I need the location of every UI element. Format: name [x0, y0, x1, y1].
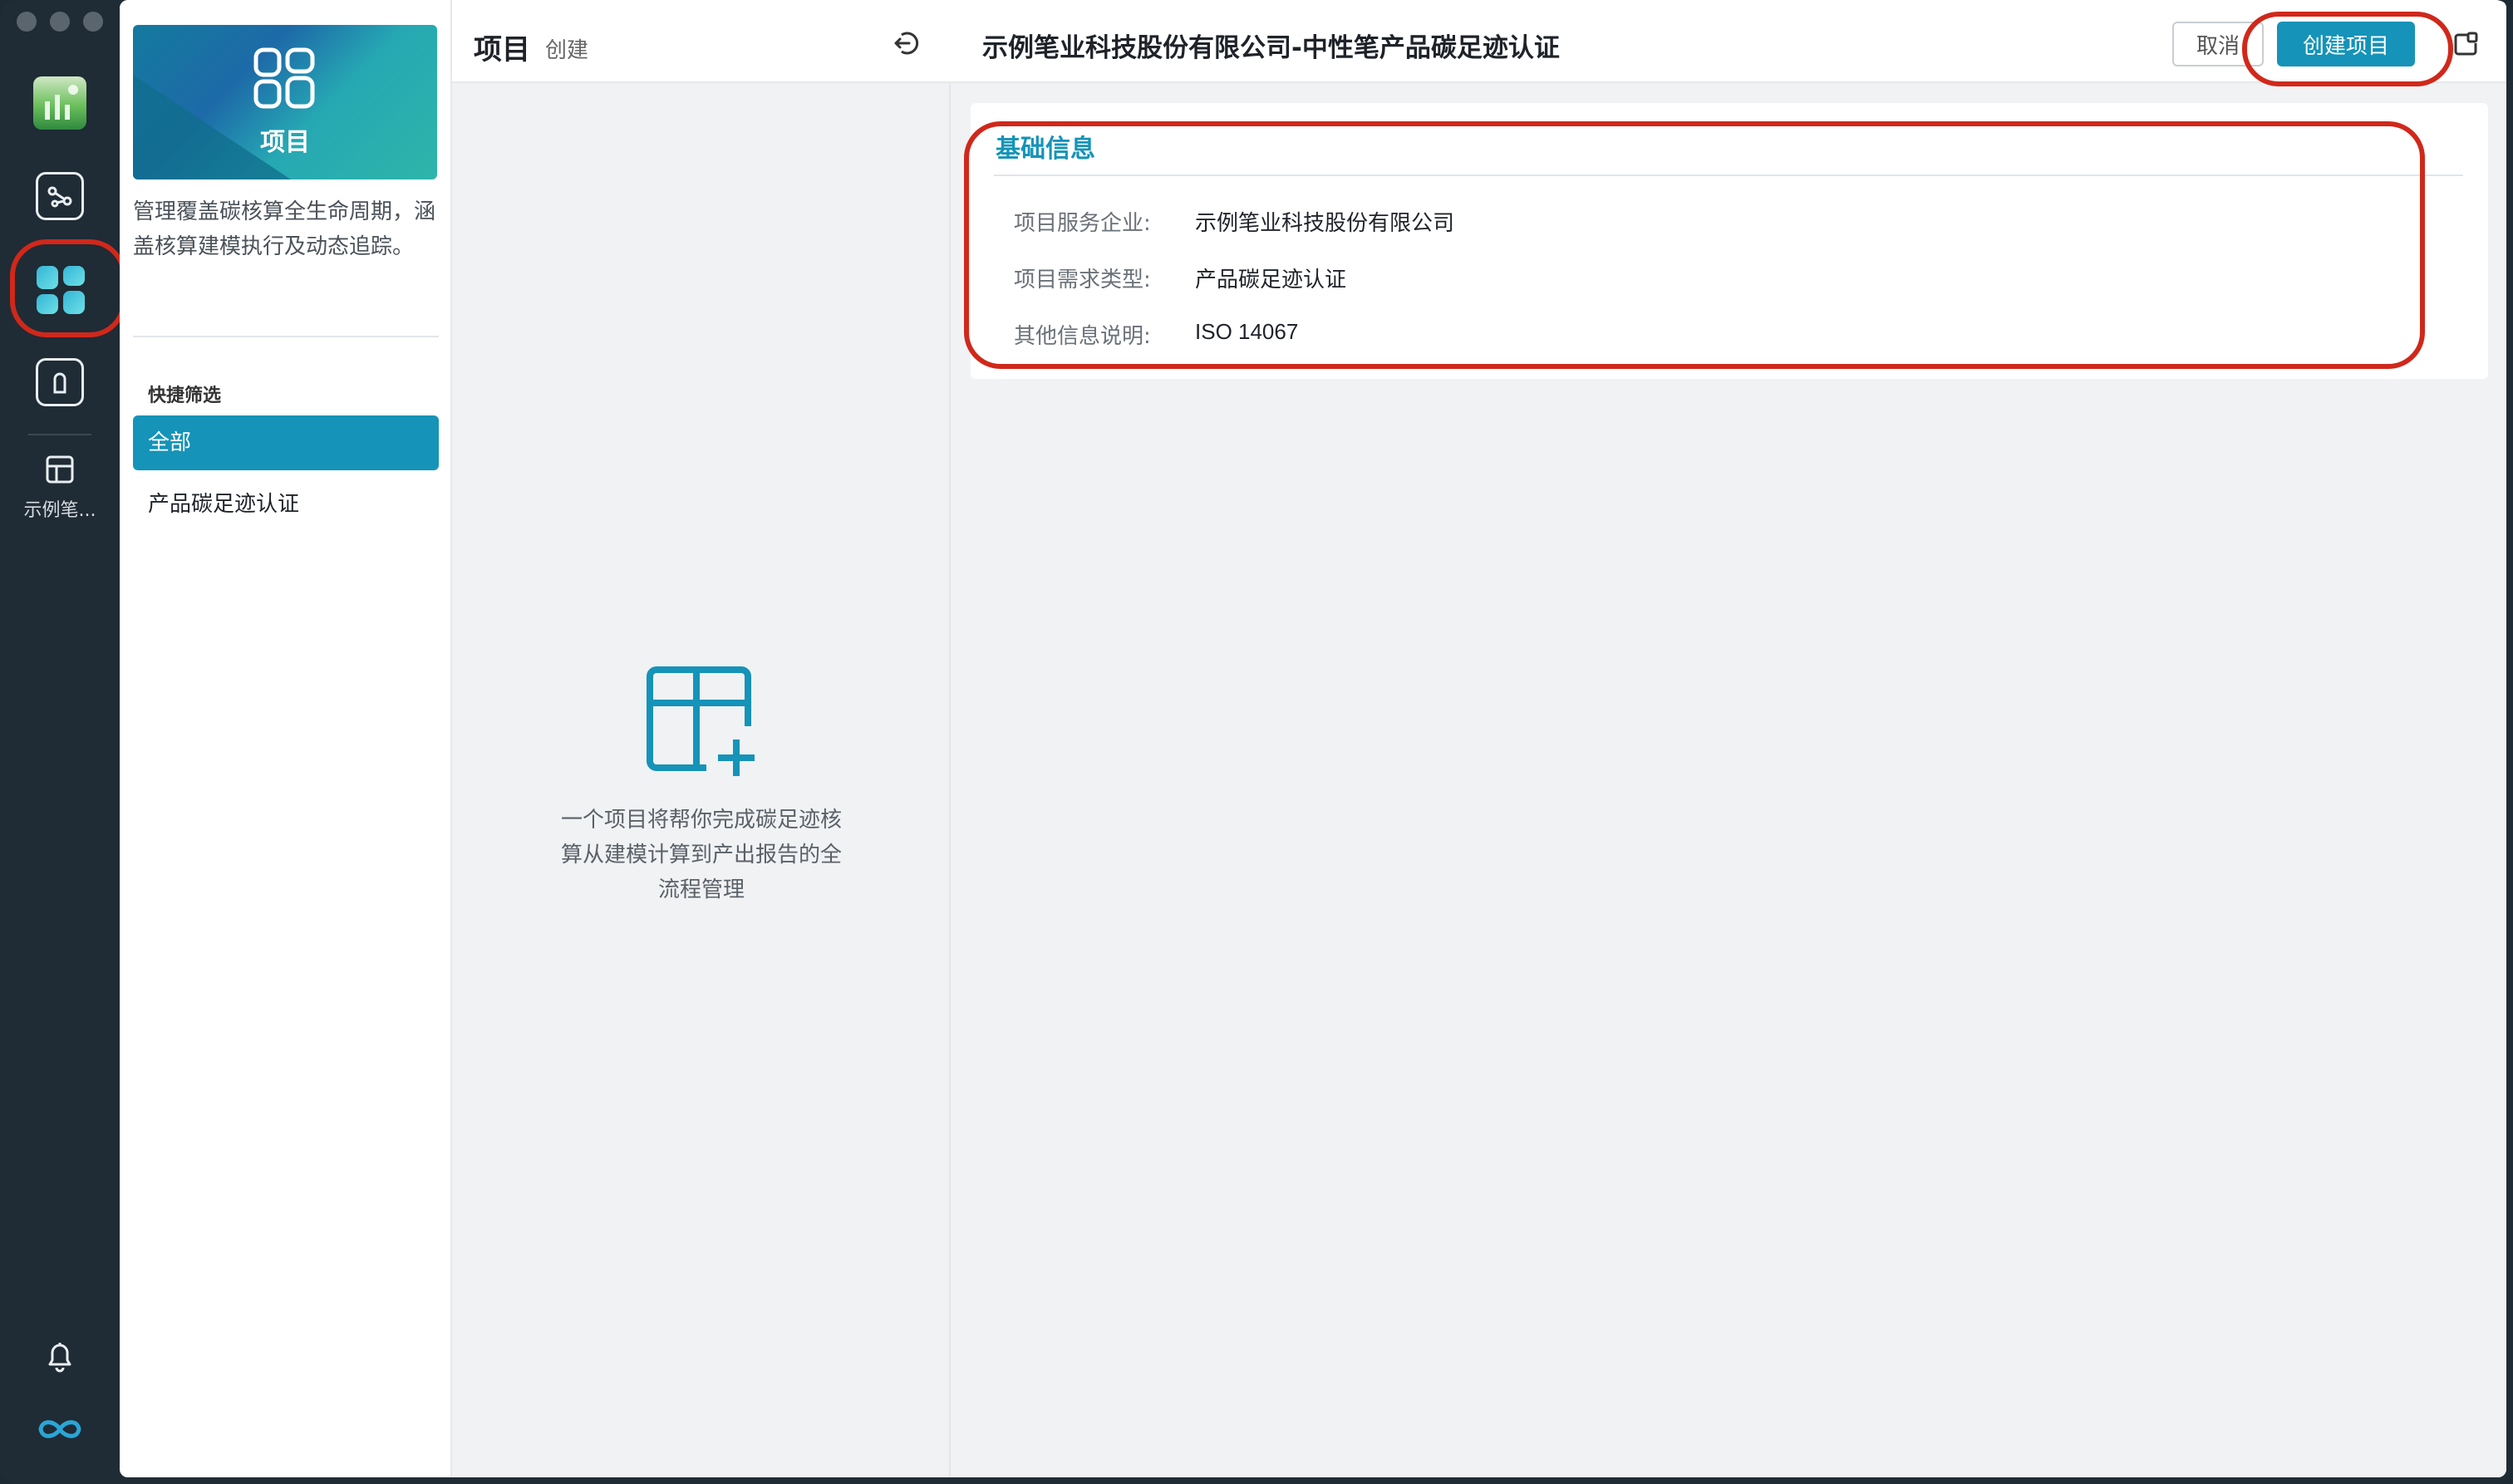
infinity-icon: [38, 1420, 81, 1438]
divider: [133, 336, 439, 337]
workspace-button[interactable]: [33, 449, 86, 490]
exit-icon[interactable]: [889, 27, 922, 60]
callout-basic-info: [964, 121, 2425, 369]
project-list-header: 项目 创建: [452, 0, 951, 83]
open-external-icon[interactable]: [2452, 30, 2480, 58]
projects-grid-icon: [253, 47, 315, 109]
keyhole-button[interactable]: [33, 356, 86, 409]
panel-title: 项目: [474, 33, 530, 66]
projects-banner: 项目: [133, 25, 437, 179]
empty-state-text: 一个项目将帮你完成碳足迹核算从建模计算到产出报告的全流程管理: [560, 808, 842, 902]
project-list-panel: 项目 创建 一个项目将帮你完成碳足迹核算从建模计算到产出报告的全流程管理: [452, 0, 951, 1477]
create-project-header: 示例笔业科技股份有限公司-中性笔产品碳足迹认证 取消 创建项目: [951, 0, 2506, 86]
add-table-icon: [647, 666, 755, 776]
app-logo-icon[interactable]: [33, 76, 86, 130]
keyhole-icon: [36, 358, 84, 406]
projects-sidebar: 项目 管理覆盖碳核算全生命周期，涵盖核算建模执行及动态追踪。 快捷筛选 全部 产…: [120, 0, 452, 1477]
module-description: 管理覆盖碳核算全生命周期，涵盖核算建模执行及动态追踪。: [133, 199, 436, 259]
main-area: 项目 管理覆盖碳核算全生命周期，涵盖核算建模执行及动态追踪。 快捷筛选 全部 产…: [120, 0, 2506, 1477]
panel-subtitle: 创建: [545, 38, 589, 63]
filter-all[interactable]: 全部: [133, 415, 439, 470]
workspace-label[interactable]: 示例笔...: [0, 495, 120, 522]
callout-projects-nav: [10, 239, 126, 337]
bell-icon: [48, 1343, 71, 1373]
rail-divider: [28, 434, 91, 435]
filter-product-carbon-footprint[interactable]: 产品碳足迹认证: [133, 477, 439, 532]
create-project-panel: 示例笔业科技股份有限公司-中性笔产品碳足迹认证 取消 创建项目 基础信息 项目服…: [951, 0, 2506, 1477]
brand-button[interactable]: [33, 1403, 86, 1456]
graph-flow-icon: [36, 172, 84, 220]
project-title: 示例笔业科技股份有限公司-中性笔产品碳足迹认证: [982, 33, 1560, 63]
quick-filter-title: 快捷筛选: [148, 386, 222, 406]
table-icon: [46, 455, 74, 484]
banner-label: 项目: [260, 128, 310, 157]
notifications-button[interactable]: [33, 1329, 86, 1383]
graph-flow-button[interactable]: [33, 170, 86, 223]
callout-create-button: [2242, 12, 2453, 86]
app-window: 示例笔... 项目 管理覆盖碳核算全生命周期，涵盖核算建模执行及动态追踪。 快捷…: [0, 0, 2513, 1484]
nav-rail: 示例笔...: [0, 0, 126, 1484]
